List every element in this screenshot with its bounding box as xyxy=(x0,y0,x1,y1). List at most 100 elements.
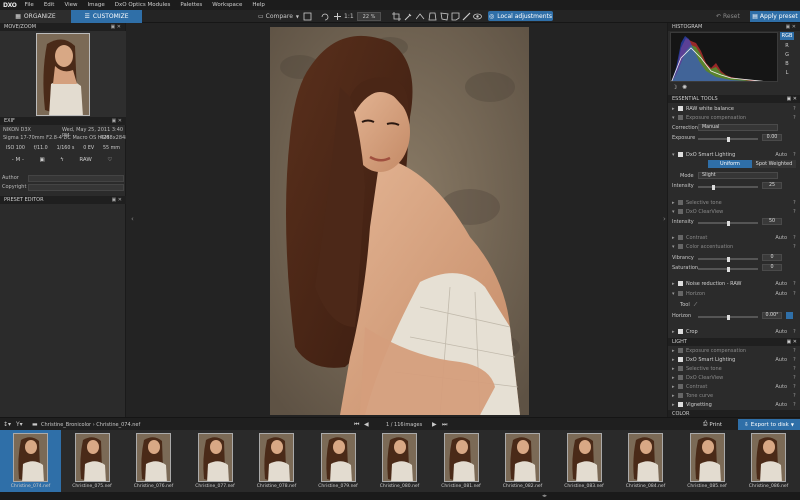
zoom-1to1[interactable]: 1:1 xyxy=(344,13,354,20)
reset-button[interactable]: ↶ Reset xyxy=(716,11,740,21)
sun-icon[interactable]: ✺ xyxy=(682,84,687,91)
horizon-tool-icon[interactable]: ⟋ xyxy=(694,302,698,308)
help-icon[interactable]: ? xyxy=(793,281,800,287)
tool-selective-tone[interactable]: ▸ Selective tone ? xyxy=(668,198,800,207)
collapse-left-icon[interactable]: ‹ xyxy=(131,215,134,223)
tool-enable-checkbox[interactable] xyxy=(678,329,683,334)
export-to-disk-button[interactable]: ⇩ Export to disk ▼ xyxy=(738,419,800,430)
first-image-icon[interactable]: ⏮ xyxy=(354,421,359,429)
horizon-value-box[interactable]: 0.00° xyxy=(762,312,782,319)
auto-label[interactable]: Auto xyxy=(771,384,787,390)
channel-b[interactable]: B xyxy=(780,60,794,68)
slider-knob[interactable] xyxy=(727,220,730,226)
tool-enable-checkbox[interactable] xyxy=(678,384,683,389)
help-icon[interactable]: ? xyxy=(793,244,800,250)
menu-palettes[interactable]: Palettes xyxy=(180,2,202,8)
filter-icon[interactable]: Y▾ xyxy=(16,421,23,428)
tool-enable-checkbox[interactable] xyxy=(678,200,683,205)
light-tone-curve[interactable]: ▸ Tone curve ? xyxy=(668,391,800,400)
filmstrip-item[interactable]: Christine_082.nef xyxy=(492,430,553,492)
help-icon[interactable]: ? xyxy=(793,348,800,354)
navigator[interactable] xyxy=(0,31,126,119)
mode-select[interactable]: Slight xyxy=(698,172,778,179)
slider-knob[interactable] xyxy=(712,184,715,190)
filmstrip-item[interactable]: Christine_085.nef xyxy=(677,430,738,492)
help-icon[interactable]: ? xyxy=(793,115,800,121)
histogram-header[interactable]: HISTOGRAM ▣ ✕ xyxy=(668,23,800,31)
auto-label[interactable]: Auto xyxy=(771,281,787,287)
help-icon[interactable]: ? xyxy=(793,366,800,372)
clearview-slider[interactable] xyxy=(698,220,758,226)
tool-contrast[interactable]: ▸ Contrast Auto ? xyxy=(668,233,800,242)
filmstrip-thumbnail[interactable] xyxy=(443,433,479,482)
last-image-icon[interactable]: ⏭ xyxy=(442,421,447,429)
compare-button[interactable]: ▭ Compare ▼ xyxy=(258,11,299,22)
light-contrast[interactable]: ▸ Contrast Auto ? xyxy=(668,382,800,391)
help-icon[interactable]: ? xyxy=(793,209,800,215)
tool-enable-checkbox[interactable] xyxy=(678,357,683,362)
preset-editor-header[interactable]: PRESET EDITOR ▣ ✕ xyxy=(0,196,126,204)
move-zoom-header[interactable]: MOVE/ZOOM ▣ ✕ xyxy=(0,23,125,31)
apply-preset-button[interactable]: ▤ Apply preset xyxy=(750,11,800,22)
perspective-icon[interactable] xyxy=(428,12,437,21)
channel-rgb[interactable]: RGB xyxy=(780,32,794,40)
filmstrip-item[interactable]: Christine_077.nef xyxy=(185,430,246,492)
filmstrip-thumbnail[interactable] xyxy=(566,433,602,482)
image-viewer[interactable]: ‹ › xyxy=(126,23,667,417)
saturation-value-box[interactable]: 0 xyxy=(762,264,782,271)
filmstrip-item[interactable]: Christine_083.nef xyxy=(554,430,615,492)
zoom-level[interactable]: 22 % xyxy=(357,12,381,21)
print-button[interactable]: ⎙ Print xyxy=(703,420,722,429)
menu-help[interactable]: Help xyxy=(252,2,265,8)
exposure-slider[interactable] xyxy=(698,136,758,142)
channel-g[interactable]: G xyxy=(780,51,794,59)
folder-path[interactable]: Christine_Bronicolor › Christine_074.nef xyxy=(41,422,140,428)
filmstrip-item[interactable]: Christine_075.nef xyxy=(62,430,123,492)
help-icon[interactable]: ? xyxy=(793,402,800,408)
zoom-in-icon[interactable] xyxy=(333,12,342,21)
tool-enable-checkbox[interactable] xyxy=(678,106,683,111)
auto-label[interactable]: Auto xyxy=(771,357,787,363)
panel-controls-icon[interactable]: ▣ ✕ xyxy=(786,339,797,345)
crop-icon[interactable] xyxy=(392,12,401,21)
panel-controls-icon[interactable]: ▣ ✕ xyxy=(110,24,121,30)
tool-horizon[interactable]: ▾ Horizon Auto ? xyxy=(668,289,800,298)
eyedropper-icon[interactable] xyxy=(404,12,413,21)
filmstrip-thumbnail[interactable] xyxy=(320,433,356,482)
color-header[interactable]: COLOR xyxy=(668,410,800,417)
tool-enable-checkbox[interactable] xyxy=(678,348,683,353)
exposure-value-box[interactable]: 0.00 xyxy=(762,134,782,141)
tool-enable-checkbox[interactable] xyxy=(678,393,683,398)
sort-icon[interactable]: ↕▾ xyxy=(3,421,11,428)
tool-enable-checkbox[interactable] xyxy=(678,402,683,407)
help-icon[interactable]: ? xyxy=(793,357,800,363)
next-image-icon[interactable]: ▶ xyxy=(432,421,437,428)
panel-controls-icon[interactable]: ▣ ✕ xyxy=(111,118,122,124)
slider-knob[interactable] xyxy=(727,266,730,272)
filmstrip-thumbnail[interactable] xyxy=(751,433,786,482)
tool-raw-white-balance[interactable]: ▸ RAW white balance ? xyxy=(668,104,800,113)
slider-knob[interactable] xyxy=(727,314,730,320)
filmstrip-thumbnail[interactable] xyxy=(505,433,540,482)
main-photo[interactable] xyxy=(270,27,529,415)
light-header[interactable]: LIGHT ▣ ✕ xyxy=(668,338,800,346)
previous-image-icon[interactable]: ◀ xyxy=(364,421,369,428)
panel-controls-icon[interactable]: ▣ ✕ xyxy=(786,96,797,102)
essential-tools-header[interactable]: ESSENTIAL TOOLS ▣ ✕ xyxy=(668,95,800,103)
saturation-slider[interactable] xyxy=(698,266,758,272)
auto-label[interactable]: Auto xyxy=(771,235,787,241)
filmstrip-item[interactable]: Christine_086.nef xyxy=(738,430,799,492)
spot-weighted-button[interactable]: Spot Weighted xyxy=(752,160,796,168)
filmstrip-thumbnail[interactable] xyxy=(689,433,725,482)
filmstrip-thumbnail[interactable] xyxy=(628,433,663,482)
intensity-value-box[interactable]: 25 xyxy=(762,182,782,189)
tab-organize[interactable]: ▦ ORGANIZE xyxy=(0,10,71,23)
copyright-field[interactable] xyxy=(28,183,124,191)
light-vignetting[interactable]: ▸ Vignetting Auto ? xyxy=(668,400,800,409)
red-eye-icon[interactable] xyxy=(451,12,460,21)
help-icon[interactable]: ? xyxy=(793,106,800,112)
filmstrip-thumbnail[interactable] xyxy=(74,433,110,482)
vibrancy-slider[interactable] xyxy=(698,256,758,262)
tool-enable-checkbox[interactable] xyxy=(678,291,683,296)
light-clearview[interactable]: ▸ DxO ClearView ? xyxy=(668,373,800,382)
